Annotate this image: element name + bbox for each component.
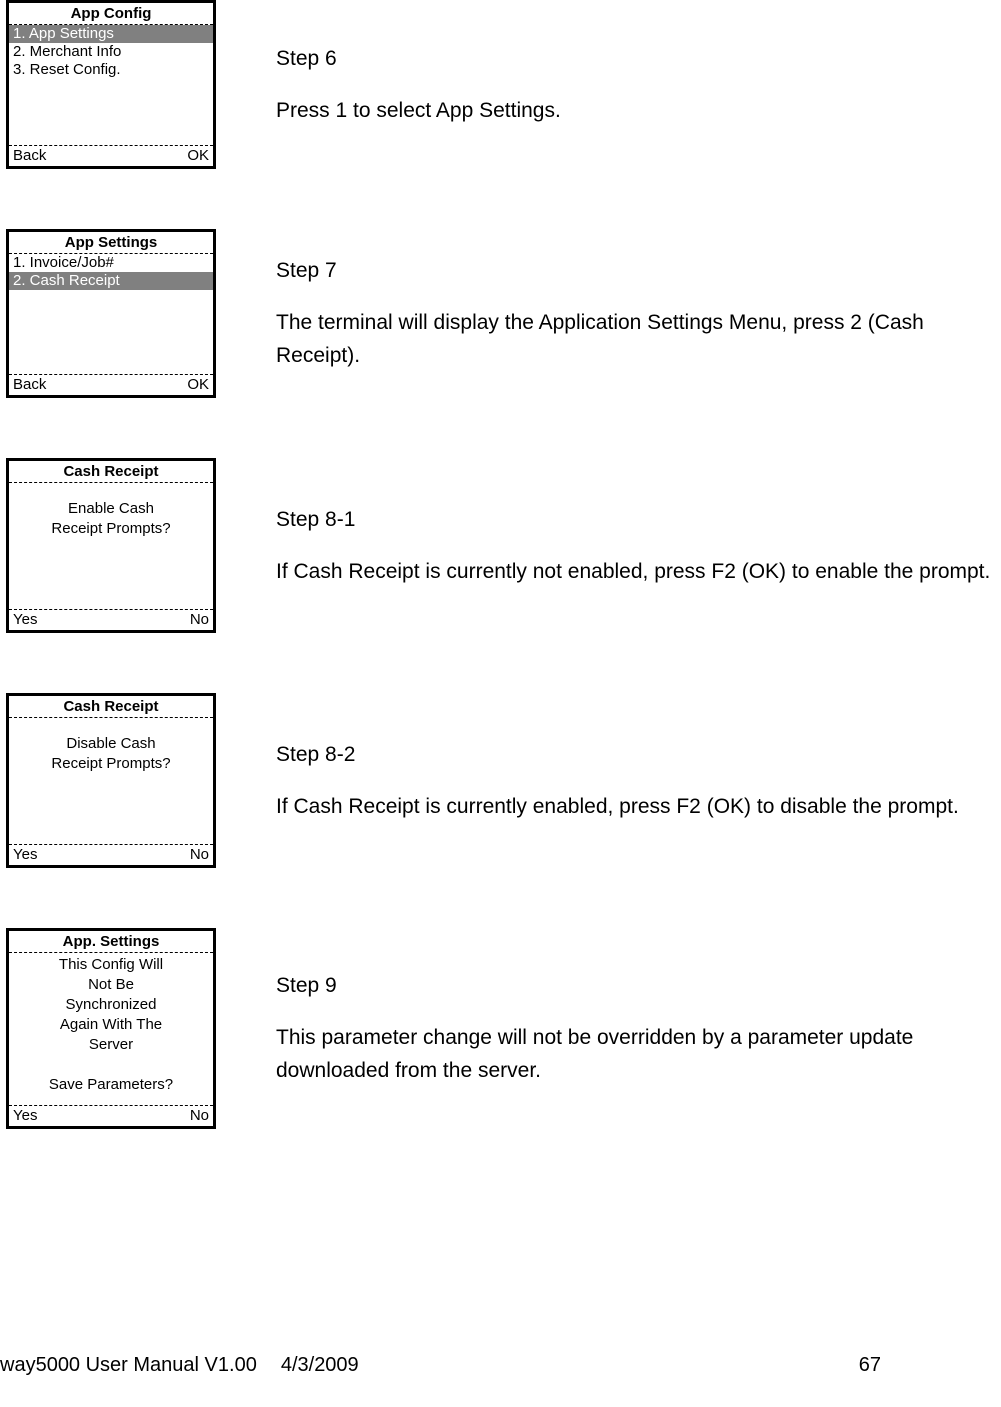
terminal-screen: App Config1. App Settings2. Merchant Inf… [6, 0, 216, 169]
screen-title: Cash Receipt [9, 461, 213, 483]
terminal-screen: App. SettingsThis Config WillNot BeSynch… [6, 928, 216, 1129]
step-text: If Cash Receipt is currently not enabled… [276, 555, 1001, 589]
message-line: Again With The [17, 1015, 205, 1035]
step-description: Step 7 The terminal will display the Appl… [276, 254, 1001, 373]
step-title: Step 7 [276, 254, 1001, 288]
screen-message: This Config WillNot BeSynchronizedAgain … [9, 953, 213, 1105]
step-description: Step 8-1 If Cash Receipt is currently not… [276, 503, 1001, 588]
message-line: Enable Cash [17, 499, 205, 519]
screen-message: Enable CashReceipt Prompts? [9, 483, 213, 609]
step-title: Step 6 [276, 42, 1001, 76]
screen-footer: Yes No [9, 844, 213, 865]
terminal-screen: App Settings1. Invoice/Job#2. Cash Recei… [6, 229, 216, 398]
terminal-screen: Cash ReceiptEnable CashReceipt Prompts?Y… [6, 458, 216, 633]
screen-footer: Yes No [9, 1105, 213, 1126]
menu-item[interactable]: 3. Reset Config. [9, 61, 213, 79]
step-description: Step 8-2 If Cash Receipt is currently ena… [276, 738, 1001, 823]
message-line: Receipt Prompts? [17, 754, 205, 774]
screen-footer: Yes No [9, 609, 213, 630]
softkey-right[interactable]: No [190, 845, 209, 865]
menu-item[interactable]: 2. Cash Receipt [9, 272, 213, 290]
message-line: Server [17, 1035, 205, 1055]
step-row: App Settings1. Invoice/Job#2. Cash Recei… [0, 229, 1001, 398]
footer-page-number: 67 [859, 1354, 881, 1377]
screen-footer: Back OK [9, 145, 213, 166]
screen-title: App Settings [9, 232, 213, 254]
screen-message: Disable CashReceipt Prompts? [9, 718, 213, 844]
step-text: If Cash Receipt is currently enabled, pr… [276, 790, 1001, 824]
softkey-left[interactable]: Yes [13, 610, 37, 630]
menu-item[interactable]: 2. Merchant Info [9, 43, 213, 61]
message-line: Not Be [17, 975, 205, 995]
screen-title: App. Settings [9, 931, 213, 953]
menu-item[interactable]: 1. App Settings [9, 25, 213, 43]
page-footer: way5000 User Manual V1.00 4/3/2009 67 [0, 1354, 1001, 1377]
step-title: Step 9 [276, 969, 1001, 1003]
screen-footer: Back OK [9, 374, 213, 395]
softkey-left[interactable]: Back [13, 146, 46, 166]
message-line: Disable Cash [17, 734, 205, 754]
softkey-left[interactable]: Yes [13, 1106, 37, 1126]
step-row: App. SettingsThis Config WillNot BeSynch… [0, 928, 1001, 1129]
step-text: Press 1 to select App Settings. [276, 94, 1001, 128]
step-text: This parameter change will not be overri… [276, 1021, 1001, 1088]
step-row: Cash ReceiptDisable CashReceipt Prompts?… [0, 693, 1001, 868]
softkey-right[interactable]: OK [187, 146, 209, 166]
message-line: Receipt Prompts? [17, 519, 205, 539]
footer-date: 4/3/2009 [281, 1354, 359, 1377]
message-line: Synchronized [17, 995, 205, 1015]
softkey-right[interactable]: No [190, 1106, 209, 1126]
screen-body: Enable CashReceipt Prompts? [9, 483, 213, 609]
screen-title: Cash Receipt [9, 696, 213, 718]
step-row: Cash ReceiptEnable CashReceipt Prompts?Y… [0, 458, 1001, 633]
message-line: Save Parameters? [17, 1075, 205, 1095]
softkey-right[interactable]: OK [187, 375, 209, 395]
step-title: Step 8-1 [276, 503, 1001, 537]
message-line [17, 1055, 205, 1075]
softkey-left[interactable]: Back [13, 375, 46, 395]
screen-body: 1. Invoice/Job#2. Cash Receipt [9, 254, 213, 374]
menu-list: 1. Invoice/Job#2. Cash Receipt [9, 254, 213, 374]
screen-title: App Config [9, 3, 213, 25]
step-description: Step 9 This parameter change will not be … [276, 969, 1001, 1088]
message-line: This Config Will [17, 955, 205, 975]
step-row: App Config1. App Settings2. Merchant Inf… [0, 0, 1001, 169]
step-title: Step 8-2 [276, 738, 1001, 772]
softkey-right[interactable]: No [190, 610, 209, 630]
menu-item[interactable]: 1. Invoice/Job# [9, 254, 213, 272]
softkey-left[interactable]: Yes [13, 845, 37, 865]
screen-body: 1. App Settings2. Merchant Info3. Reset … [9, 25, 213, 145]
footer-manual: way5000 User Manual V1.00 [0, 1354, 257, 1377]
terminal-screen: Cash ReceiptDisable CashReceipt Prompts?… [6, 693, 216, 868]
menu-list: 1. App Settings2. Merchant Info3. Reset … [9, 25, 213, 145]
screen-body: Disable CashReceipt Prompts? [9, 718, 213, 844]
screen-body: This Config WillNot BeSynchronizedAgain … [9, 953, 213, 1105]
step-description: Step 6 Press 1 to select App Settings. [276, 42, 1001, 127]
step-text: The terminal will display the Applicatio… [276, 306, 1001, 373]
